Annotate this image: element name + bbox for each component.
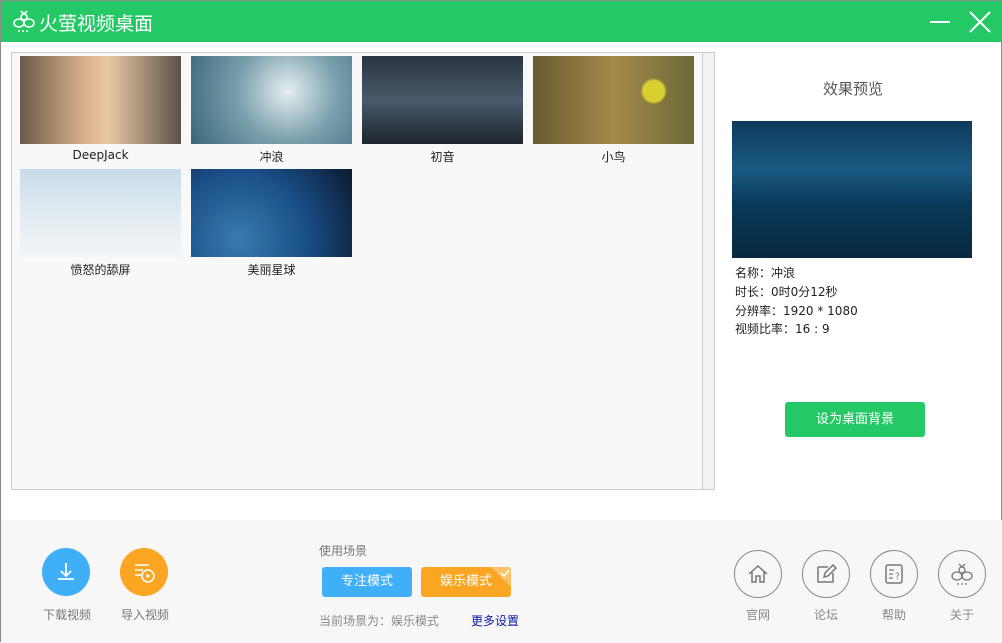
help-doc-icon: ? xyxy=(885,564,903,584)
scene-label: 使用场景 xyxy=(319,544,368,558)
video-item[interactable]: 愤怒的舔屏 xyxy=(20,169,181,278)
video-name: 初音 xyxy=(430,150,455,164)
about-button[interactable] xyxy=(938,550,986,598)
svg-text:?: ? xyxy=(895,572,900,582)
video-item[interactable]: 冲浪 xyxy=(191,56,352,165)
preview-heading: 效果预览 xyxy=(823,80,884,98)
video-name: 冲浪 xyxy=(259,150,284,164)
firefly-icon xyxy=(951,563,973,585)
current-scene: 当前场景为：娱乐模式 xyxy=(319,614,440,628)
edit-icon xyxy=(817,563,838,583)
focus-mode-button[interactable]: 专注模式 xyxy=(322,567,412,597)
video-item[interactable]: 初音 xyxy=(362,56,523,165)
about-label: 关于 xyxy=(949,608,974,622)
more-settings-link[interactable]: 更多设置 xyxy=(471,612,519,629)
video-thumbnail xyxy=(362,56,523,144)
preview-image xyxy=(732,121,972,258)
help-label: 帮助 xyxy=(881,608,906,622)
video-name: 小鸟 xyxy=(601,150,626,164)
import-label: 导入视频 xyxy=(121,608,170,622)
download-button[interactable] xyxy=(42,548,90,596)
firefly-logo-icon xyxy=(13,10,35,32)
forum-button[interactable] xyxy=(802,550,850,598)
website-label: 官网 xyxy=(745,608,770,622)
import-button[interactable] xyxy=(120,548,168,596)
video-item[interactable]: DeepJack xyxy=(20,56,181,162)
video-item[interactable]: 小鸟 xyxy=(533,56,694,165)
video-thumbnail xyxy=(191,169,352,257)
bottom-bar: 下载视频 导入视频 使用场景 专注模式 娱乐模式 当前场景为：娱乐模式 更多设置… xyxy=(1,520,1002,643)
video-thumbnail xyxy=(191,56,352,144)
preview-resolution: 分辨率：1920 * 1080 xyxy=(735,304,858,318)
download-label: 下载视频 xyxy=(43,608,92,622)
scrollbar[interactable] xyxy=(702,53,714,489)
fun-mode-button[interactable]: 娱乐模式 xyxy=(421,567,511,597)
video-name: 愤怒的舔屏 xyxy=(70,263,131,277)
video-thumbnail xyxy=(20,56,181,144)
minimize-icon[interactable] xyxy=(929,11,951,33)
preview-duration: 时长：0时0分12秒 xyxy=(735,285,838,299)
video-item[interactable]: 美丽星球 xyxy=(191,169,352,278)
website-button[interactable] xyxy=(734,550,782,598)
home-icon xyxy=(748,564,768,583)
set-wallpaper-button[interactable]: 设为桌面背景 xyxy=(785,402,925,437)
video-grid: DeepJack 冲浪 初音 小鸟 愤怒的舔屏 美丽星球 xyxy=(11,52,715,490)
close-icon[interactable] xyxy=(969,11,991,33)
video-name: DeepJack xyxy=(72,148,129,162)
fun-mode-label: 娱乐模式 xyxy=(439,574,492,589)
video-thumbnail xyxy=(533,56,694,144)
import-video-icon xyxy=(135,564,155,583)
forum-label: 论坛 xyxy=(813,608,838,622)
title-bar: 火萤视频桌面 xyxy=(1,1,1002,42)
help-button[interactable]: ? xyxy=(870,550,918,598)
video-thumbnail xyxy=(20,169,181,257)
preview-ratio: 视频比率：16 : 9 xyxy=(735,322,830,336)
download-icon xyxy=(58,563,74,580)
preview-name: 名称：冲浪 xyxy=(735,266,796,280)
selected-check-icon xyxy=(491,567,511,587)
video-name: 美丽星球 xyxy=(247,263,296,277)
app-title: 火萤视频桌面 xyxy=(39,13,154,35)
